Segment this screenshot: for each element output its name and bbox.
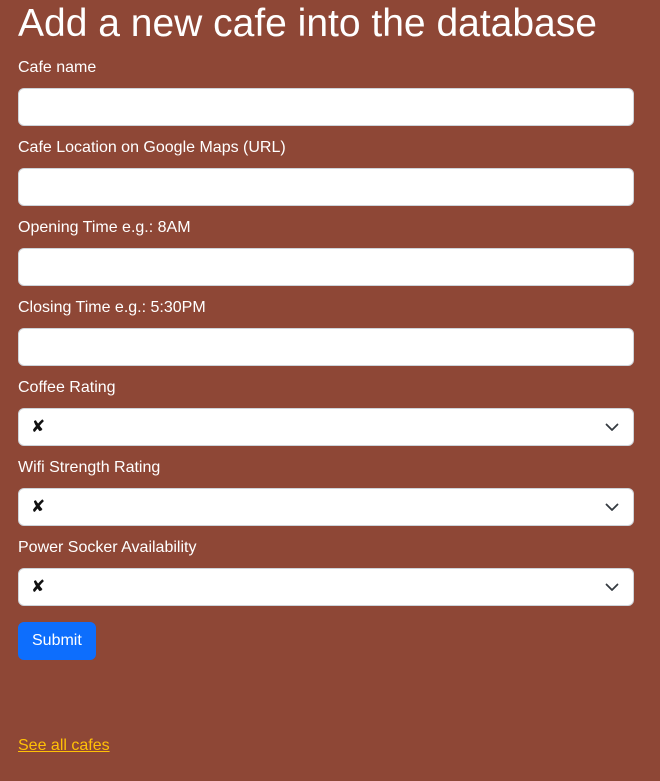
power-socket-label: Power Socker Availability — [18, 539, 197, 556]
opening-time-group: Opening Time e.g.: 8AM — [18, 218, 634, 286]
closing-time-group: Closing Time e.g.: 5:30PM — [18, 298, 634, 366]
opening-time-label: Opening Time e.g.: 8AM — [18, 219, 191, 236]
coffee-rating-selected-value: ✘ — [31, 417, 46, 437]
cafe-location-label: Cafe Location on Google Maps (URL) — [18, 139, 286, 156]
cafe-name-group: Cafe name — [18, 58, 634, 126]
cafe-location-input[interactable] — [18, 168, 634, 206]
add-cafe-form: Cafe name Cafe Location on Google Maps (… — [18, 58, 634, 660]
wifi-rating-select[interactable]: ✘ — [18, 488, 634, 526]
power-socket-group: Power Socker Availability ✘ — [18, 538, 634, 606]
see-all-cafes-link[interactable]: See all cafes — [18, 736, 110, 756]
opening-time-input[interactable] — [18, 248, 634, 286]
coffee-rating-label: Coffee Rating — [18, 379, 116, 396]
wifi-rating-group: Wifi Strength Rating ✘ — [18, 458, 634, 526]
chevron-down-icon — [605, 423, 619, 431]
chevron-down-icon — [605, 503, 619, 511]
closing-time-input[interactable] — [18, 328, 634, 366]
chevron-down-icon — [605, 583, 619, 591]
power-socket-select[interactable]: ✘ — [18, 568, 634, 606]
cafe-name-input[interactable] — [18, 88, 634, 126]
submit-button[interactable]: Submit — [18, 622, 96, 660]
coffee-rating-group: Coffee Rating ✘ — [18, 378, 634, 446]
add-cafe-page: Add a new cafe into the database Cafe na… — [0, 0, 660, 781]
cafe-location-group: Cafe Location on Google Maps (URL) — [18, 138, 634, 206]
wifi-rating-selected-value: ✘ — [31, 497, 46, 517]
page-title: Add a new cafe into the database — [18, 2, 597, 45]
wifi-rating-label: Wifi Strength Rating — [18, 459, 161, 476]
coffee-rating-select[interactable]: ✘ — [18, 408, 634, 446]
cafe-name-label: Cafe name — [18, 59, 97, 76]
power-socket-selected-value: ✘ — [31, 577, 46, 597]
closing-time-label: Closing Time e.g.: 5:30PM — [18, 299, 206, 316]
